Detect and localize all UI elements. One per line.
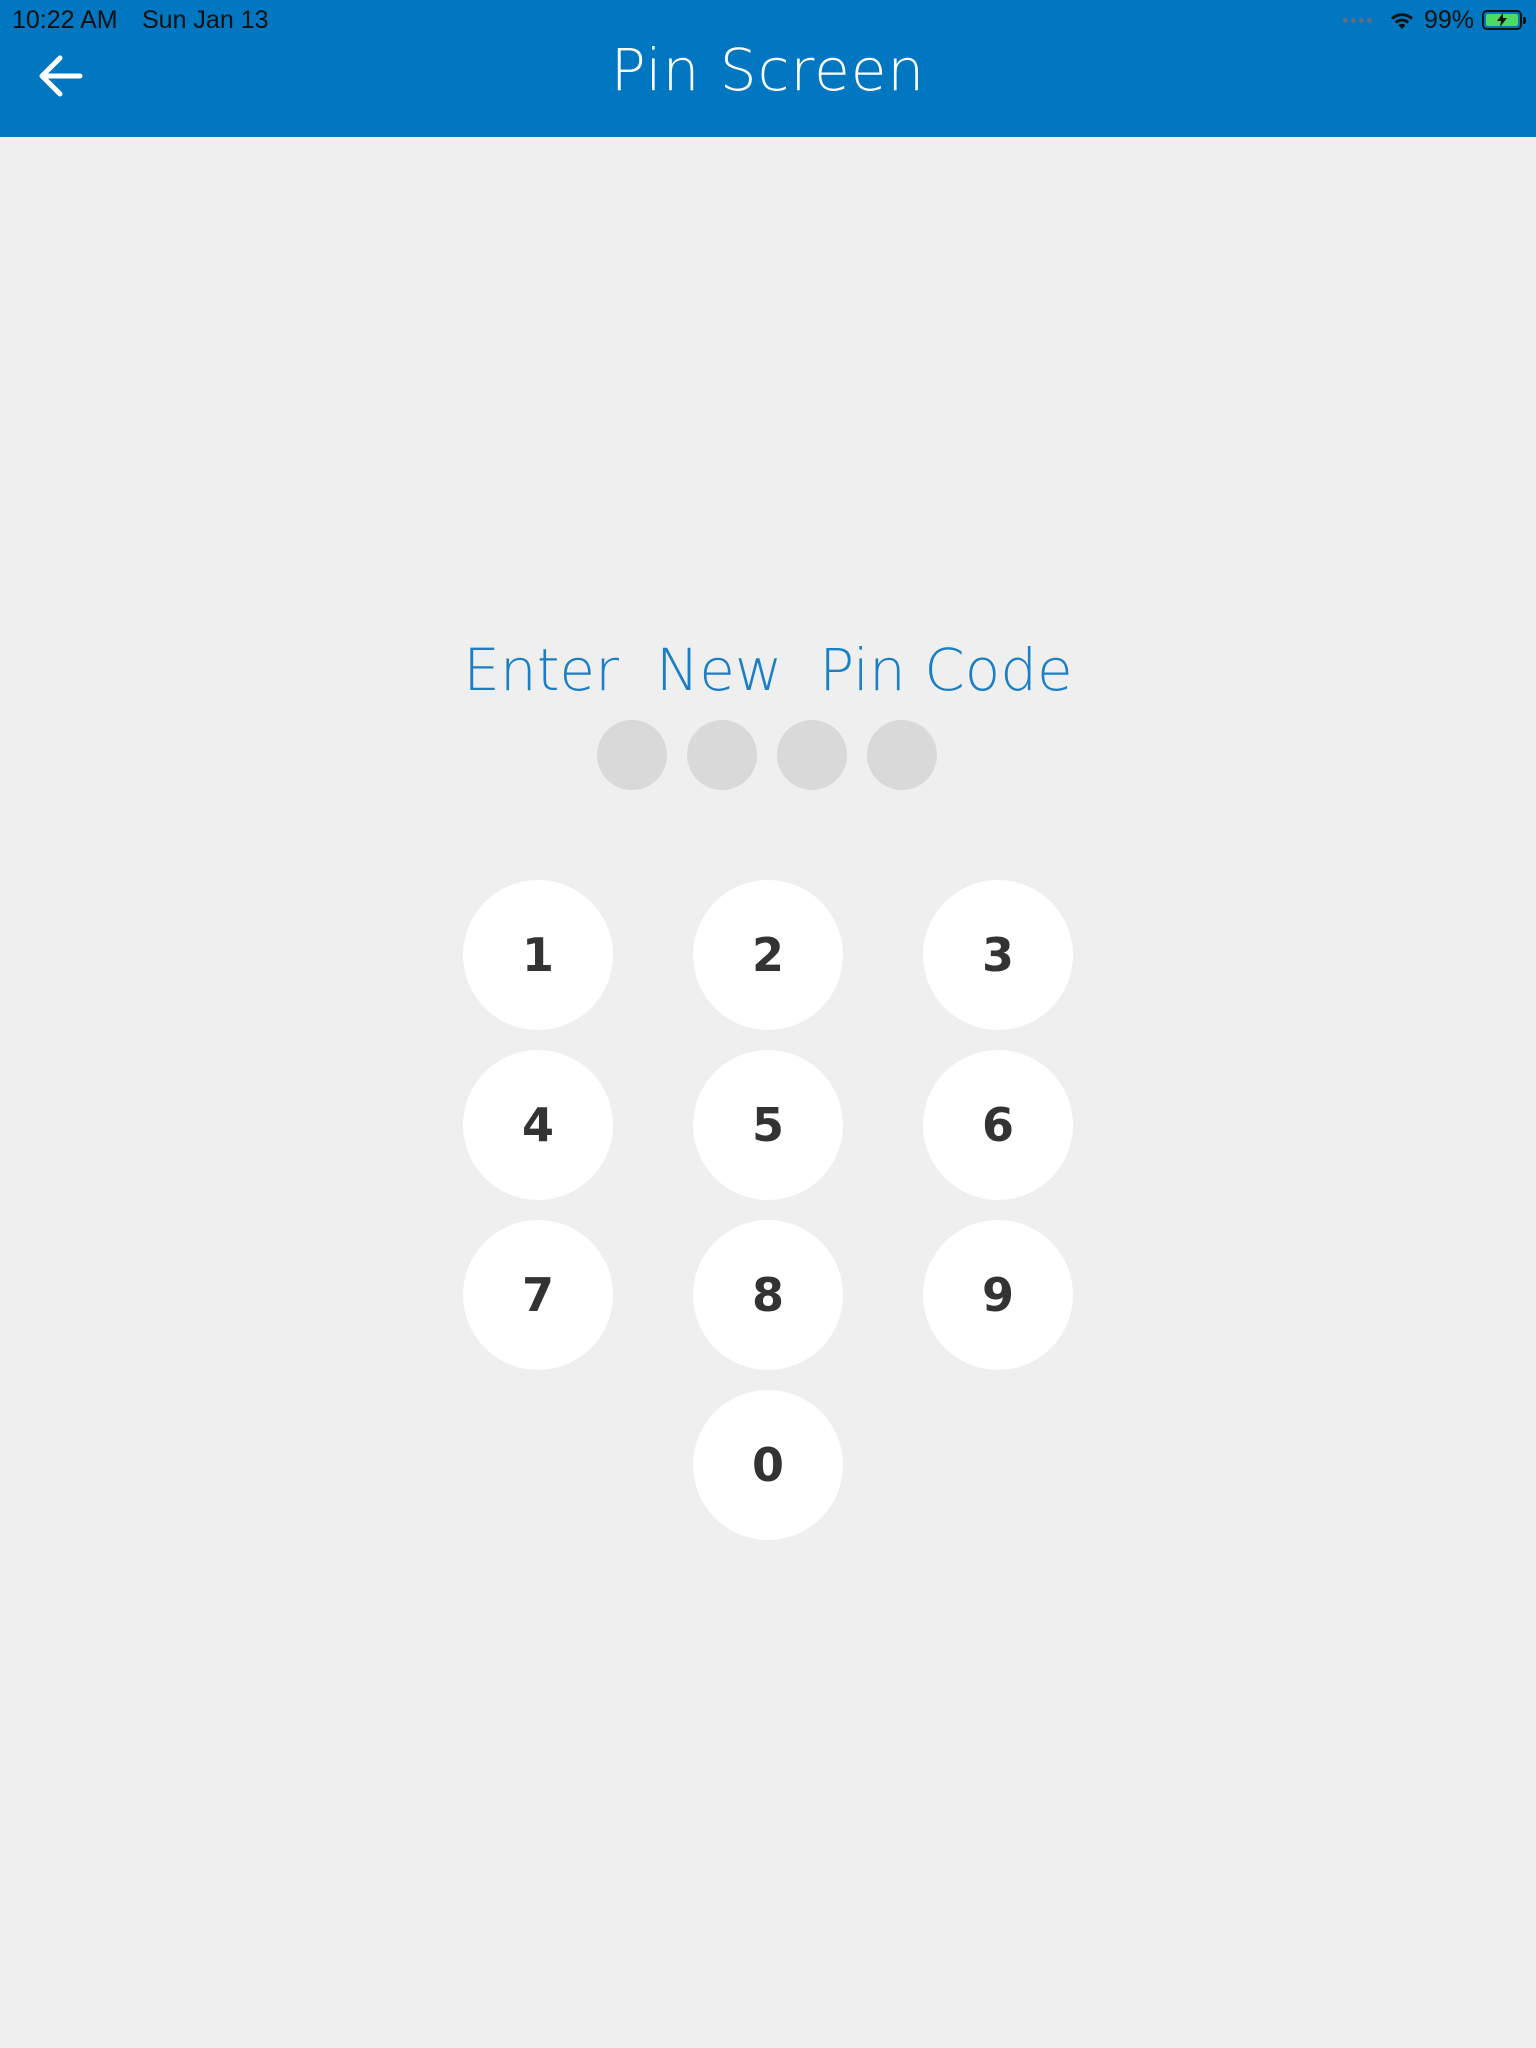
key-5[interactable]: 5 — [693, 1050, 843, 1200]
key-8[interactable]: 8 — [693, 1220, 843, 1370]
key-0[interactable]: 0 — [693, 1390, 843, 1540]
wifi-icon — [1390, 13, 1413, 29]
pin-indicator — [597, 720, 937, 790]
status-date: Sun Jan 13 — [142, 6, 269, 34]
key-1[interactable]: 1 — [463, 880, 613, 1030]
key-6[interactable]: 6 — [923, 1050, 1073, 1200]
page-title: Pin Screen — [610, 36, 926, 104]
cellular-signal-icon — [1342, 17, 1372, 23]
key-7[interactable]: 7 — [463, 1220, 613, 1370]
app-header: 10:22 AM Sun Jan 13 99% Pin Screen — [0, 0, 1536, 137]
charging-bolt-icon — [1496, 13, 1507, 27]
status-time: 10:22 AM — [12, 6, 118, 34]
key-2[interactable]: 2 — [693, 880, 843, 1030]
battery-percentage: 99% — [1423, 5, 1474, 34]
pin-dot — [867, 720, 937, 790]
status-indicators: 99% — [1342, 5, 1526, 35]
key-9[interactable]: 9 — [923, 1220, 1073, 1370]
pin-dot — [687, 720, 757, 790]
key-3[interactable]: 3 — [923, 880, 1073, 1030]
pin-dot — [777, 720, 847, 790]
pin-prompt: Enter New Pin Code — [463, 636, 1073, 704]
battery-icon — [1482, 10, 1526, 30]
pin-dot — [597, 720, 667, 790]
battery-level-fill — [1486, 13, 1518, 27]
key-4[interactable]: 4 — [463, 1050, 613, 1200]
